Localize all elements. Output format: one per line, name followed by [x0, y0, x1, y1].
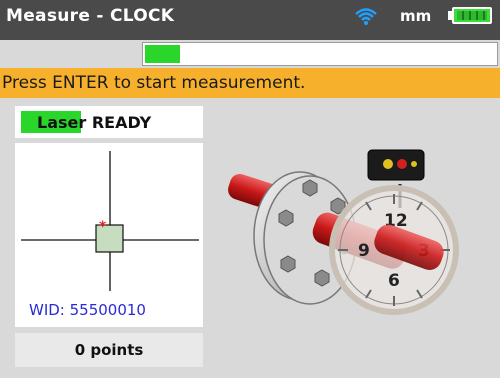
shaft-coupling-illustration: 12 3 6 9 — [228, 149, 459, 315]
wifi-icon — [355, 8, 377, 25]
battery-cells — [457, 11, 487, 20]
laser-position-marker: * — [99, 219, 107, 235]
points-counter: 0 points — [15, 333, 203, 367]
laser-status: READY — [91, 113, 152, 132]
laser-target-display: * — [21, 151, 199, 291]
title-bar: Measure - CLOCK mm — [0, 0, 500, 40]
clock-label-6: 6 — [388, 271, 400, 291]
unit-indicator: mm — [400, 7, 432, 25]
instruction-text: Press ENTER to start measurement. — [2, 73, 306, 93]
battery-icon — [452, 7, 492, 24]
measurement-progress-bar — [142, 42, 498, 66]
screen-title: Measure - CLOCK — [6, 6, 175, 26]
laser-target-panel: * WID: 55500010 — [15, 143, 203, 327]
laser-label: Laser — [37, 113, 87, 132]
instruction-bar: Press ENTER to start measurement. — [0, 68, 500, 98]
clock-label-9: 9 — [358, 241, 370, 261]
wid-label: WID: 55500010 — [29, 301, 146, 319]
laser-status-text: Laser READY — [37, 113, 151, 132]
progress-fill — [145, 45, 180, 63]
points-text: 0 points — [74, 341, 144, 359]
laser-status-box: Laser READY — [15, 106, 203, 138]
